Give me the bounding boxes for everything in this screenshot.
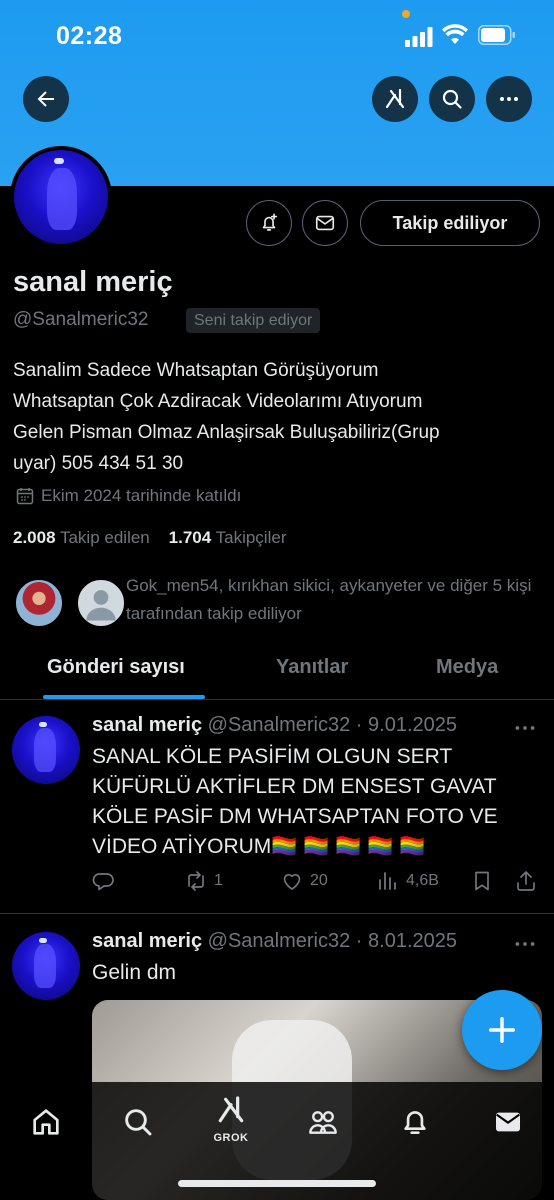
following-label: Takip edilen [59,528,150,547]
search-button[interactable] [429,76,475,122]
nav-notifications[interactable] [393,1100,437,1144]
bell-plus-icon [262,213,278,231]
post-text: Gelin dm [92,961,177,984]
nav-grok[interactable] [209,1088,253,1132]
profile-bio: Sanalim Sadece Whatsaptan Görüşüyorum Wh… [13,360,440,474]
grok-icon [218,1096,244,1123]
joined-text: Ekim 2024 tarihinde katıldı [41,486,242,505]
default-avatar-icon [86,590,116,621]
post-divider [0,913,554,914]
mail-icon [496,1112,520,1132]
home-icon [33,1109,59,1135]
plus-icon [488,1016,516,1044]
post-avatar[interactable] [12,932,80,1000]
grok-label: GROK [213,1132,249,1144]
followers-you-know-text[interactable]: Gok_men54, kırıkhan sikici, aykanyeter v… [126,572,536,628]
followers-stat[interactable]: 1.704 Takipçiler [169,528,287,547]
post-header: sanal meriç @Sanalmeric32 · 8.01.2025 [92,930,457,953]
post-author-handle[interactable]: @Sanalmeric32 [208,930,351,952]
following-stat[interactable]: 2.008 Takip edilen [13,528,150,547]
post-author-name[interactable]: sanal meriç [92,930,202,952]
post-header: sanal meriç @Sanalmeric32 · 9.01.2025 [92,714,457,737]
display-name: sanal meriç [13,266,173,298]
tab-posts[interactable]: Gönderi sayısı [47,656,185,679]
views-icon [379,872,396,890]
back-button[interactable] [23,76,69,122]
followers-count: 1.704 [168,528,212,547]
profile-tabs: Gönderi sayısı Yanıtlar Medya [0,640,554,700]
like-button[interactable]: 20 [280,869,328,893]
profile-avatar[interactable] [10,146,112,248]
views-count: 4,6B [406,872,439,889]
like-count: 20 [310,872,328,889]
post-text: SANAL KÖLE PASİFİM OLGUN SERT KÜFÜRLÜ AK… [92,745,498,858]
compose-button[interactable] [462,990,542,1070]
post-avatar[interactable] [12,716,80,784]
avatar-figure [34,944,56,988]
status-time: 02:28 [56,22,123,50]
calendar-icon [16,488,34,505]
nav-search[interactable] [116,1100,160,1144]
post-date: · 8.01.2025 [355,930,457,952]
following-count: 2.008 [13,528,56,547]
profile-handle: @Sanalmeric32 [13,309,149,330]
mutual-follower-avatar [76,578,126,628]
share-button[interactable] [514,869,538,893]
grok-button[interactable] [372,76,418,122]
search-icon [442,89,462,109]
home-indicator[interactable] [178,1180,376,1187]
communities-icon [309,1111,337,1134]
grok-icon [385,88,405,109]
repost-count: 1 [214,872,223,889]
tab-replies[interactable]: Yanıtlar [276,656,348,679]
status-bar: 02:28 [0,0,554,70]
post-author-handle[interactable]: @Sanalmeric32 [208,714,351,736]
message-button[interactable] [302,200,348,246]
nav-messages[interactable] [486,1100,530,1144]
avatar-light [54,158,64,164]
post-author-name[interactable]: sanal meriç [92,714,202,736]
back-arrow-icon [37,91,54,107]
post-more-icon[interactable] [512,931,538,957]
nav-communities[interactable] [301,1100,345,1144]
avatar-light [39,938,47,943]
mutual-follower-avatar [14,578,64,628]
tab-media[interactable]: Medya [436,656,498,679]
more-button[interactable] [486,76,532,122]
post-date: · 9.01.2025 [355,714,457,736]
followers-label: Takipçiler [215,528,287,547]
search-icon [125,1109,152,1136]
following-button[interactable]: Takip ediliyor [360,200,540,246]
battery-icon [478,25,515,45]
repost-icon [188,871,204,891]
joined-date: Ekim 2024 tarihinde katıldı [15,486,241,506]
share-icon [517,871,535,891]
avatar-figure [47,168,77,230]
avatar-figure [34,728,56,772]
more-icon [500,97,518,101]
bookmark-icon [475,871,489,891]
reply-icon [92,873,114,891]
cellular-signal-icon [405,27,433,47]
reply-button[interactable] [92,869,116,893]
envelope-icon [315,215,335,231]
avatar-light [39,722,47,727]
heart-icon [283,874,301,890]
post-actions: 1 20 4,6B [92,869,542,899]
views-button[interactable]: 4,6B [376,869,439,893]
post-more-icon[interactable] [512,715,538,741]
wifi-icon [442,24,468,44]
follow-stats: 2.008 Takip edilen 1.704 Takipçiler [13,528,286,548]
follows-you-badge: Seni takip ediyor [186,308,321,333]
repost-button[interactable]: 1 [184,869,223,893]
bookmark-button[interactable] [470,869,494,893]
active-tab-indicator [43,695,205,699]
bell-icon [404,1111,426,1134]
nav-home[interactable] [24,1100,68,1144]
privacy-indicator-dot [402,10,410,18]
notifications-toggle-button[interactable] [246,200,292,246]
